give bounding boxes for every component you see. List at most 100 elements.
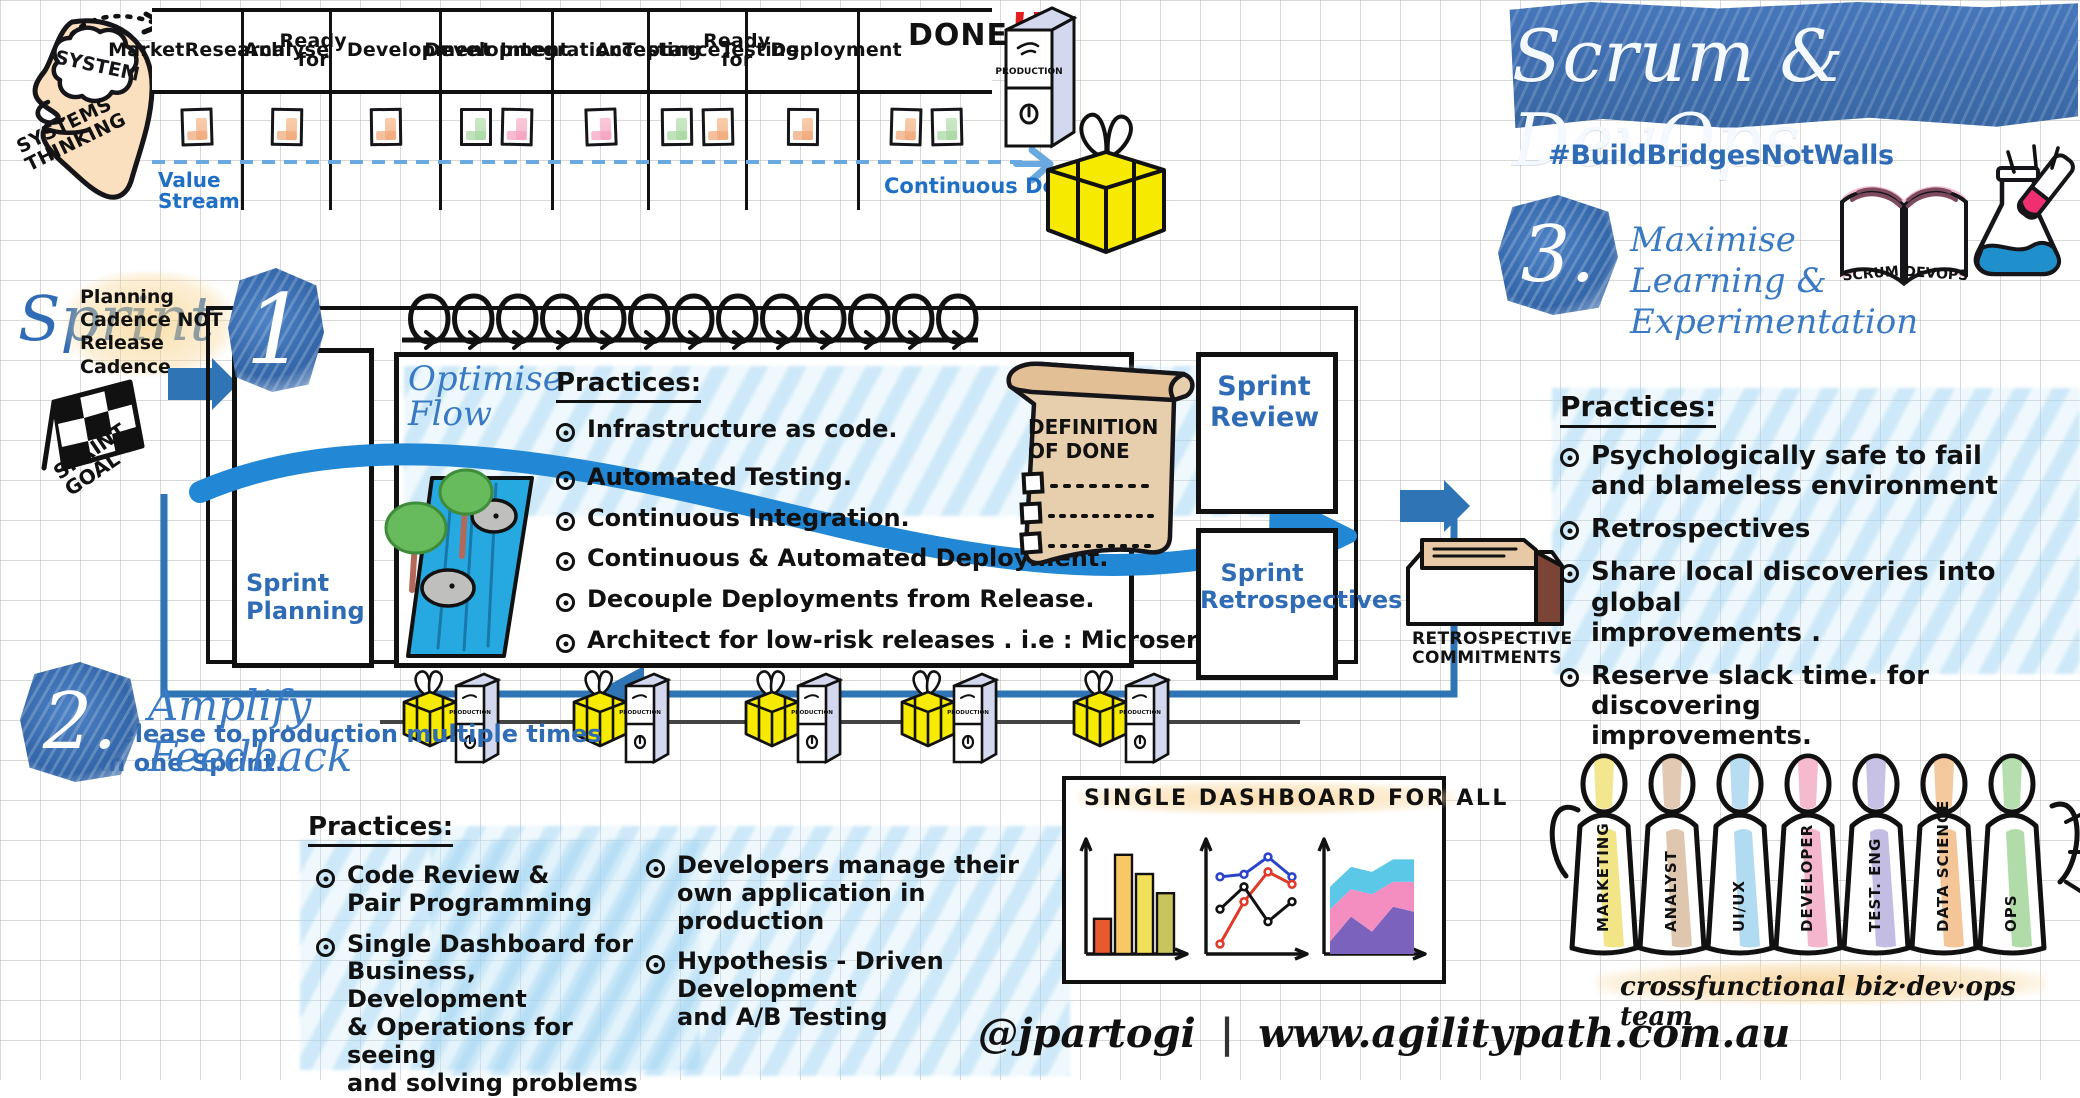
p3-practices-heading: Practices: xyxy=(1560,390,1716,428)
board-column-header: Market Research xyxy=(152,12,244,90)
bullet-icon xyxy=(556,471,575,490)
bullet-icon xyxy=(646,955,665,974)
bullet-icon xyxy=(1560,668,1579,687)
board-card[interactable] xyxy=(501,108,534,147)
p2-practice-item: Developers manage their own application … xyxy=(646,852,1036,935)
svg-text:PRODUCTION: PRODUCTION xyxy=(791,710,833,716)
done-column-label: DONE xyxy=(908,18,1008,53)
bullet-icon xyxy=(556,552,575,571)
p3-practice-text: Psychologically safe to fail and blamele… xyxy=(1591,441,1998,501)
sprint-review-label: Sprint Review xyxy=(1210,372,1318,434)
board-card[interactable] xyxy=(930,108,963,147)
p1-practice-text: Continuous Integration. xyxy=(587,505,910,533)
release-gift-icon xyxy=(746,671,798,746)
value-stream-board: Market Research Analyse Ready for Developmen… xyxy=(152,8,992,204)
principle-three-number: 3. xyxy=(1498,195,1618,315)
svg-text:PRODUCTION: PRODUCTION xyxy=(619,710,661,716)
p3-practice-text: Share local discoveries into global impr… xyxy=(1591,557,2080,647)
bullet-icon xyxy=(316,869,335,888)
p2-practice-text: Code Review & Pair Programming xyxy=(347,862,592,918)
board-card[interactable] xyxy=(786,108,818,146)
p3-practice-text: Reserve slack time. for discovering impr… xyxy=(1591,661,2080,751)
line-point xyxy=(1241,871,1248,878)
line-point xyxy=(1241,883,1248,890)
principle-two-practices-left: Code Review & Pair Programming Single Da… xyxy=(316,862,656,1098)
p1-practice-text: Infrastructure as code. xyxy=(587,416,898,444)
principle-two-practices-right: Developers manage their own application … xyxy=(646,852,1036,1032)
p2-practice-item: Code Review & Pair Programming xyxy=(316,862,656,918)
principle-two-number: 2. xyxy=(20,662,140,782)
board-column-cards xyxy=(332,94,442,210)
dashboard-charts xyxy=(1074,826,1430,966)
dod-title-line1: DEFINITION xyxy=(1028,415,1158,439)
bar xyxy=(1115,855,1132,954)
board-column-header-line: Ready for xyxy=(280,32,347,71)
production-server-label: PRODUCTION xyxy=(995,67,1062,77)
board-column-cards xyxy=(748,94,860,210)
dashboard-title: SINGLE DASHBOARD FOR ALL xyxy=(1084,786,1509,811)
board-card[interactable] xyxy=(180,108,213,147)
bar xyxy=(1136,874,1153,954)
board-card[interactable] xyxy=(889,108,922,147)
board-card[interactable] xyxy=(270,108,303,146)
book-icon: SCRUM DEVOPS xyxy=(1838,178,1970,300)
flask-icon xyxy=(1962,152,2080,282)
p1-practices-heading: Practices: xyxy=(556,368,701,403)
production-server-icon: PRODUCTION xyxy=(1119,674,1168,762)
team-role-label: UI/UX xyxy=(1730,880,1748,932)
footer-handle: @jpartogi xyxy=(978,1010,1196,1057)
bullet-icon xyxy=(316,938,335,957)
principle-two-practices-heading: Practices: xyxy=(308,812,453,847)
book-right-label: DEVOPS xyxy=(1904,264,1969,284)
retrospective-commitments-icon xyxy=(1396,528,1576,638)
board-card[interactable] xyxy=(460,108,492,146)
value-stream-line2: Stream xyxy=(158,191,240,212)
definition-of-done-scroll: DEFINITION OF DONE xyxy=(994,356,1204,576)
principle-two-heading: Amplify Feedback xyxy=(148,680,352,782)
board-card[interactable] xyxy=(661,108,694,146)
team-role-label: OPS xyxy=(2002,894,2020,932)
p1-practice-text: Decouple Deployments from Release. xyxy=(587,586,1095,614)
p3-heading-line3: Experimentation xyxy=(1630,302,1918,343)
retrospective-commitments-label: RETROSPECTIVE COMMITMENTS xyxy=(1412,630,1562,667)
bar xyxy=(1157,893,1174,954)
line-point xyxy=(1217,873,1224,880)
team-role-label: ANALYST xyxy=(1662,850,1680,932)
crossfunctional-team-illustration: MARKETING ANALYST UI/UX DEVELOPER TEST. ENG D… xyxy=(1560,740,2080,1000)
board-card[interactable] xyxy=(369,108,402,146)
release-gift-icon xyxy=(1074,671,1126,746)
bullet-icon xyxy=(556,593,575,612)
value-stream-label: Value Stream xyxy=(158,170,240,212)
svg-text:PRODUCTION: PRODUCTION xyxy=(1119,710,1161,716)
bullet-icon xyxy=(556,634,575,653)
board-card[interactable] xyxy=(584,107,617,146)
sketchnote-canvas: SYSTEM SYSTEMS THINKING Market Research An… xyxy=(0,0,2080,1080)
production-server-icon: PRODUCTION xyxy=(791,674,840,762)
line-point xyxy=(1265,868,1272,875)
board-column-header-line: Market xyxy=(108,41,184,60)
bullet-icon xyxy=(1560,448,1579,467)
p1-practice-text: Architect for low-risk releases . i.e : … xyxy=(587,627,1252,655)
bullet-icon xyxy=(556,423,575,442)
board-card[interactable] xyxy=(702,108,735,147)
p2-practice-text: Developers manage their own application … xyxy=(677,852,1036,935)
line-point xyxy=(1241,898,1248,905)
board-column-cards xyxy=(244,94,332,210)
line-series xyxy=(1220,872,1292,944)
principle-one-number: 1 xyxy=(228,268,324,392)
value-stream-dashed-line xyxy=(152,160,1022,164)
board-column-header-line: Acceptance xyxy=(595,41,720,60)
bar xyxy=(1094,919,1111,954)
dod-title-line2: OF DONE xyxy=(1028,439,1130,463)
p2-practice-item: Single Dashboard for Business, Developme… xyxy=(316,931,656,1098)
p3-practice-item: Retrospectives xyxy=(1560,514,2080,544)
principle-three-practices: Practices: Psychologically safe to fail … xyxy=(1560,390,2080,751)
p3-practice-item: Share local discoveries into global impr… xyxy=(1560,557,2080,647)
line-point xyxy=(1289,873,1296,880)
p3-practice-item: Reserve slack time. for discovering impr… xyxy=(1560,661,2080,751)
line-point xyxy=(1265,854,1272,861)
footer-credits: @jpartogi | www.agilitypath.com.au xyxy=(978,1010,1790,1057)
team-role-label: DEVELOPER xyxy=(1798,824,1816,932)
team-role-label: DATA SCIENCE xyxy=(1934,800,1952,932)
hashtag-label: #BuildBridgesNotWalls xyxy=(1548,140,1894,171)
